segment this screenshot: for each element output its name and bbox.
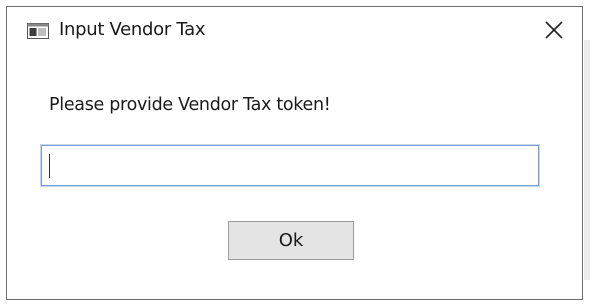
title-bar[interactable]: Input Vendor Tax [7, 7, 582, 55]
app-window-icon [27, 23, 49, 39]
close-button[interactable] [536, 13, 572, 47]
ok-button[interactable]: Ok [228, 221, 354, 260]
close-icon [545, 21, 563, 39]
prompt-message: Please provide Vendor Tax token! [49, 95, 331, 115]
right-window-edge [584, 40, 590, 280]
vendor-tax-token-input[interactable] [41, 145, 539, 186]
window-title: Input Vendor Tax [59, 19, 206, 40]
